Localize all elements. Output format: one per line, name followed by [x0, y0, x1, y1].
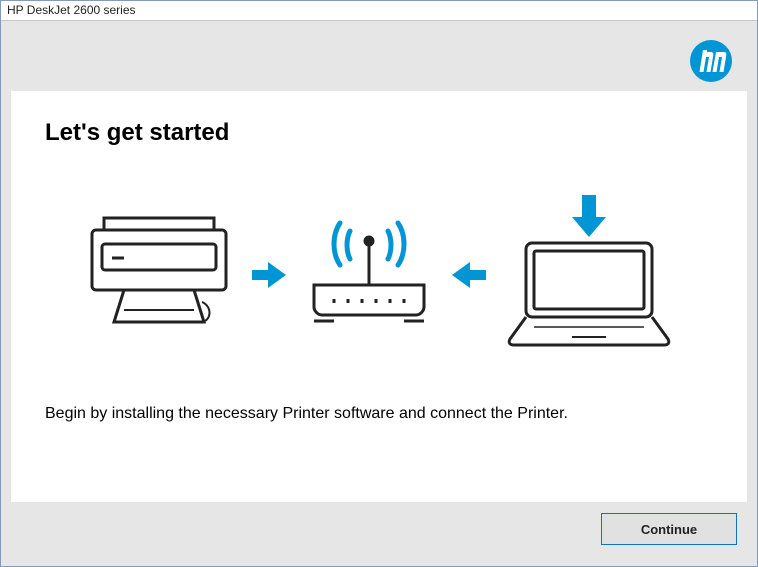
content-outer: Let's get started	[1, 21, 757, 566]
main-card: Let's get started	[11, 91, 747, 502]
window-titlebar: HP DeskJet 2600 series	[1, 1, 757, 21]
router-icon	[304, 215, 434, 335]
page-title: Let's get started	[45, 119, 713, 147]
arrow-right-icon	[252, 260, 286, 290]
continue-button[interactable]: Continue	[601, 513, 737, 545]
footer-bar: Continue	[11, 502, 747, 556]
illustration-row	[45, 195, 713, 355]
arrow-left-icon	[452, 260, 486, 290]
logo-row	[11, 31, 747, 91]
printer-icon	[84, 210, 234, 340]
hp-logo-icon	[689, 39, 733, 83]
laptop-with-arrow-icon	[504, 195, 674, 355]
window-title: HP DeskJet 2600 series	[7, 3, 136, 17]
installer-window: HP DeskJet 2600 series Let's get started	[0, 0, 758, 567]
instruction-text: Begin by installing the necessary Printe…	[45, 403, 605, 425]
